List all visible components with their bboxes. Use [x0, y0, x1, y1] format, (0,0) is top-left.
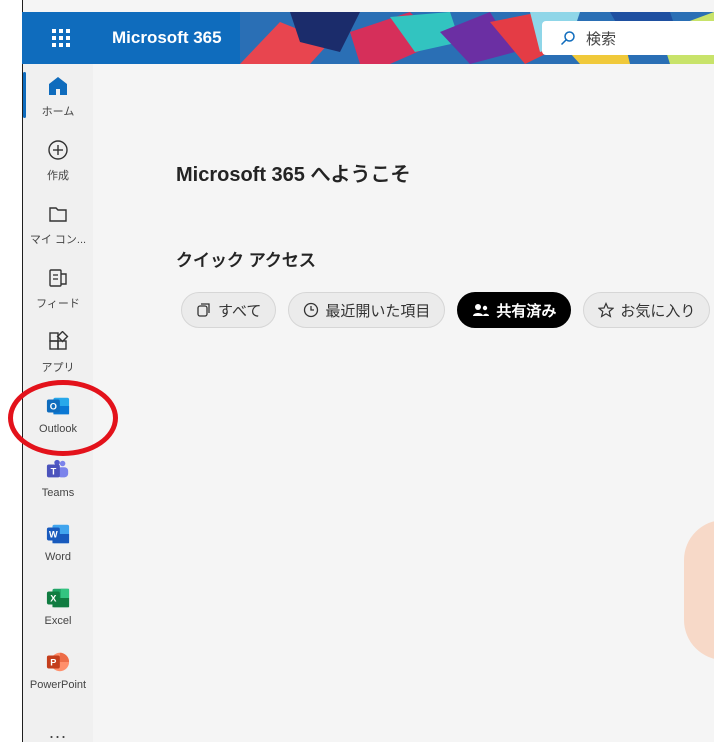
- all-icon: [197, 303, 210, 317]
- rail-label: Excel: [44, 615, 72, 627]
- top-bar: Microsoft 365 検索: [22, 12, 714, 64]
- rail-item-word[interactable]: W Word: [23, 512, 93, 576]
- people-icon: [473, 304, 490, 316]
- rail-label: PowerPoint: [29, 679, 87, 691]
- quick-access-filters: すべて 最近開いた項目 共有済み お気に入り: [181, 292, 711, 328]
- rail-item-powerpoint[interactable]: P PowerPoint: [23, 640, 93, 704]
- rail-label: Word: [44, 551, 72, 563]
- excel-icon: X: [46, 586, 70, 610]
- filter-recent[interactable]: 最近開いた項目: [288, 292, 446, 328]
- teams-icon: T: [46, 458, 70, 482]
- rail-item-create[interactable]: 作成: [23, 128, 93, 192]
- rail-item-excel[interactable]: X Excel: [23, 576, 93, 640]
- folder-icon: [46, 202, 70, 226]
- svg-text:P: P: [50, 658, 56, 668]
- rail-item-feed[interactable]: フィード: [23, 256, 93, 320]
- rail-item-my-content[interactable]: マイ コン...: [23, 192, 93, 256]
- rail-item-home[interactable]: ホーム: [23, 64, 93, 128]
- filter-favorites[interactable]: お気に入り: [583, 292, 711, 328]
- active-indicator: [23, 72, 26, 118]
- app-name[interactable]: Microsoft 365: [112, 12, 222, 64]
- quick-access-heading: クイック アクセス: [176, 251, 316, 270]
- filter-label: 最近開いた項目: [325, 302, 431, 320]
- svg-text:X: X: [50, 594, 57, 604]
- rail-item-teams[interactable]: T Teams: [23, 448, 93, 512]
- more-apps-button[interactable]: ...: [23, 722, 93, 743]
- rail-label: ホーム: [41, 106, 75, 118]
- rail-label: アプリ: [41, 362, 75, 374]
- rail-label: フィード: [36, 298, 80, 310]
- page-title: Microsoft 365 へようこそ: [176, 164, 411, 186]
- search-placeholder: 検索: [586, 30, 617, 48]
- rail-item-apps[interactable]: アプリ: [23, 320, 93, 384]
- rail-label: マイ コン...: [29, 234, 87, 246]
- clock-icon: [304, 302, 319, 318]
- feed-icon: [46, 266, 70, 290]
- rail-label: Teams: [41, 487, 75, 499]
- search-icon: [560, 31, 575, 46]
- filter-label: お気に入り: [620, 302, 696, 320]
- filter-label: すべて: [218, 302, 262, 320]
- app-launcher-button[interactable]: [22, 12, 100, 64]
- star-icon: [598, 302, 615, 318]
- search-box[interactable]: 検索: [542, 21, 714, 55]
- rail-label: 作成: [47, 170, 69, 182]
- decorative-illustration: [684, 520, 714, 660]
- apps-icon: [46, 330, 70, 354]
- filter-all[interactable]: すべて: [181, 292, 277, 328]
- svg-text:T: T: [51, 467, 57, 477]
- create-icon: [46, 138, 70, 162]
- waffle-icon: [52, 29, 70, 47]
- powerpoint-icon: P: [46, 650, 70, 674]
- filter-label: 共有済み: [496, 302, 557, 320]
- word-icon: W: [46, 522, 70, 546]
- filter-shared[interactable]: 共有済み: [457, 292, 572, 328]
- home-icon: [46, 74, 70, 98]
- highlight-annotation: [8, 380, 118, 456]
- svg-text:W: W: [49, 530, 58, 540]
